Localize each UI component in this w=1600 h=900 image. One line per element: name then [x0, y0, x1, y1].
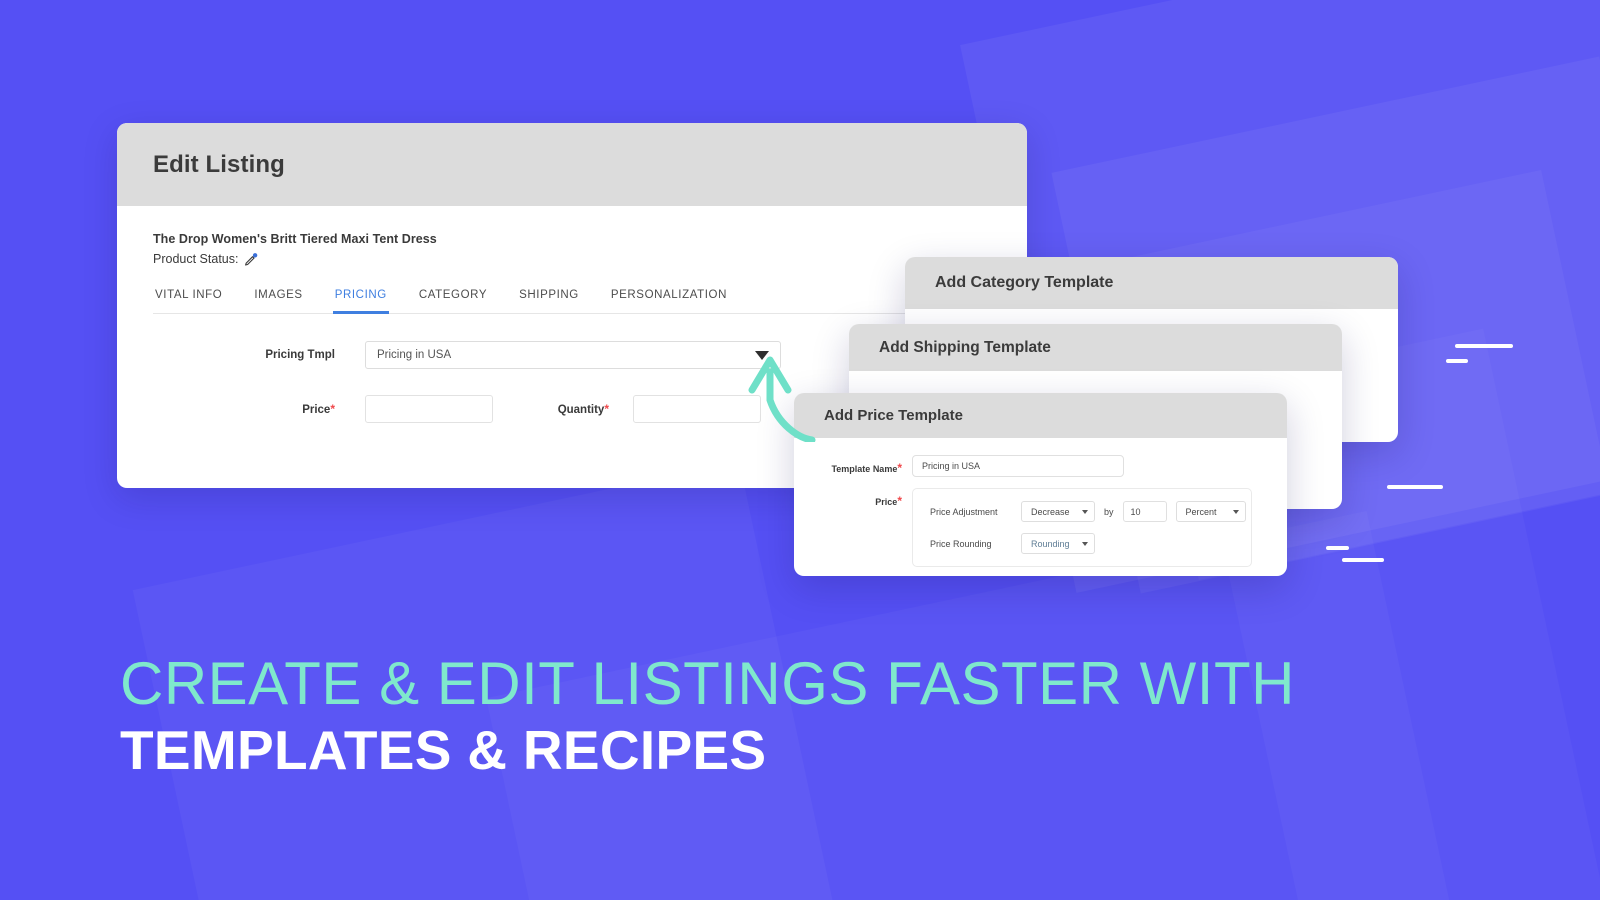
- add-price-template-header: Add Price Template: [794, 393, 1287, 438]
- product-title: The Drop Women's Britt Tiered Maxi Tent …: [153, 232, 437, 246]
- price-adjustment-label: Price Adjustment: [930, 506, 998, 517]
- price-rounding-line: Price Rounding Rounding: [930, 533, 1251, 554]
- pricing-tmpl-value: Pricing in USA: [377, 349, 452, 361]
- price-adjustment-value: Decrease: [1031, 506, 1070, 517]
- price-input[interactable]: [365, 395, 493, 423]
- adjustment-amount-value: 10: [1130, 506, 1141, 517]
- template-name-row: Template Name* Pricing in USA: [794, 455, 1287, 477]
- modal-price-label: Price*: [794, 488, 912, 508]
- add-price-template-modal: Add Price Template Template Name* Pricin…: [794, 393, 1287, 576]
- tab-shipping[interactable]: SHIPPING: [517, 289, 581, 313]
- price-rounding-value: Rounding: [1031, 538, 1070, 549]
- add-price-template-body: Template Name* Pricing in USA Price* Pri…: [794, 438, 1287, 567]
- headline-line-1: CREATE & EDIT LISTINGS FASTER WITH: [120, 650, 1295, 717]
- add-shipping-template-title: Add Shipping Template: [879, 338, 1051, 356]
- decor-dash-2: [1446, 359, 1468, 363]
- decor-dash-3: [1387, 485, 1443, 489]
- price-adjustment-line: Price Adjustment Decrease by 10 Percent: [930, 501, 1251, 522]
- modal-price-label-text: Price: [875, 497, 898, 507]
- chevron-down-icon: [1232, 509, 1239, 514]
- product-status: Product Status:: [153, 251, 1027, 267]
- price-rounding-label: Price Rounding: [930, 538, 992, 549]
- decor-dash-5: [1342, 558, 1384, 562]
- adjustment-amount-input[interactable]: 10: [1122, 501, 1167, 522]
- template-name-label: Template Name*: [794, 455, 912, 475]
- quantity-label: Quantity*: [493, 402, 633, 416]
- price-adjustment-select[interactable]: Decrease: [1021, 501, 1095, 522]
- tab-vital-info[interactable]: VITAL INFO: [153, 289, 224, 313]
- pencil-icon[interactable]: [243, 251, 259, 267]
- by-label: by: [1104, 506, 1114, 517]
- adjustment-unit-value: Percent: [1185, 506, 1217, 517]
- price-label-text: Price: [302, 404, 331, 416]
- template-name-value: Pricing in USA: [922, 461, 981, 471]
- price-settings-box: Price Adjustment Decrease by 10 Percent: [912, 488, 1252, 567]
- tab-category[interactable]: CATEGORY: [417, 289, 489, 313]
- price-required-marker: *: [330, 402, 335, 416]
- tab-images[interactable]: IMAGES: [252, 289, 304, 313]
- headline: CREATE & EDIT LISTINGS FASTER WITH TEMPL…: [120, 650, 1295, 784]
- chevron-down-icon: [1082, 509, 1088, 514]
- price-settings-row: Price* Price Adjustment Decrease by 10 P…: [794, 488, 1287, 567]
- template-name-required-marker: *: [897, 461, 902, 475]
- tab-bar: VITAL INFO IMAGES PRICING CATEGORY SHIPP…: [153, 289, 1027, 314]
- quantity-label-text: Quantity: [557, 404, 605, 416]
- chevron-down-icon: [1082, 541, 1088, 546]
- add-category-template-header: Add Category Template: [905, 257, 1398, 309]
- teal-callout-arrow: [748, 356, 816, 442]
- price-label: Price*: [153, 402, 365, 416]
- pricing-tmpl-label: Pricing Tmpl: [265, 349, 335, 361]
- pricing-tmpl-select[interactable]: Pricing in USA: [365, 341, 781, 369]
- price-rounding-select[interactable]: Rounding: [1021, 533, 1095, 554]
- product-status-label: Product Status:: [153, 252, 239, 266]
- headline-line-2: TEMPLATES & RECIPES: [120, 718, 767, 781]
- template-name-input[interactable]: Pricing in USA: [912, 455, 1124, 477]
- modal-price-required-marker: *: [897, 494, 902, 508]
- quantity-required-marker: *: [604, 402, 609, 416]
- template-name-label-text: Template Name: [831, 464, 898, 474]
- tab-personalization[interactable]: PERSONALIZATION: [609, 289, 729, 313]
- decor-dash-4: [1326, 546, 1349, 550]
- adjustment-unit-select[interactable]: Percent: [1175, 501, 1246, 522]
- tab-pricing[interactable]: PRICING: [332, 289, 389, 314]
- decor-dash-1: [1455, 344, 1513, 348]
- edit-listing-header: Edit Listing: [117, 123, 1027, 206]
- add-shipping-template-header: Add Shipping Template: [849, 324, 1342, 371]
- page-title: Edit Listing: [153, 150, 285, 178]
- add-category-template-title: Add Category Template: [935, 274, 1114, 291]
